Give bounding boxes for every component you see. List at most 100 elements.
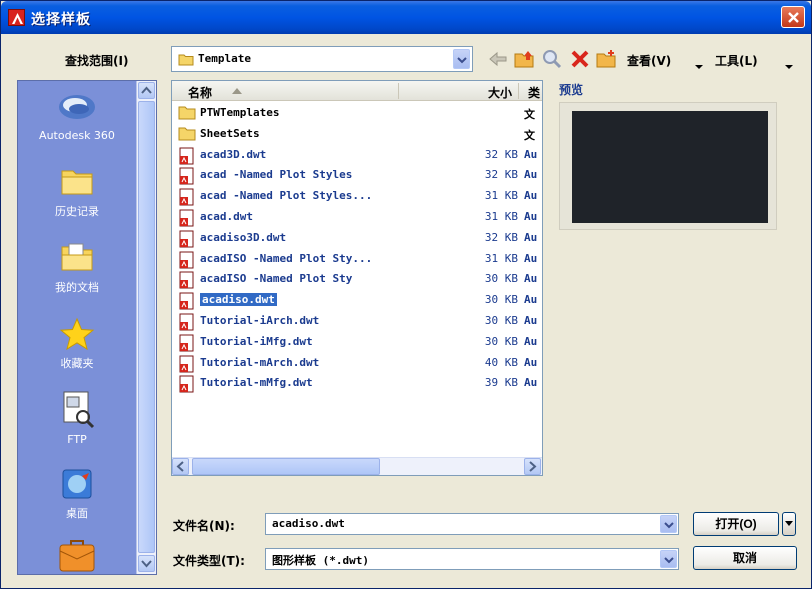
place-desktop[interactable]: 桌面 xyxy=(18,467,136,521)
file-row[interactable]: acadiso.dwt 30 KB Au xyxy=(172,290,542,311)
place-history[interactable]: 历史记录 xyxy=(18,165,136,219)
lookin-value: Template xyxy=(198,52,251,65)
place-label: 我的文档 xyxy=(55,281,99,294)
scroll-thumb[interactable] xyxy=(138,101,155,553)
chevron-down-icon xyxy=(785,521,793,526)
scroll-left-button[interactable] xyxy=(172,458,189,475)
chevron-down-icon xyxy=(457,57,467,64)
file-size: 32 KB xyxy=(484,230,518,244)
file-row[interactable]: acad3D.dwt 32 KB Au xyxy=(172,145,542,166)
file-row[interactable]: Tutorial-mArch.dwt 40 KB Au xyxy=(172,353,542,374)
file-list[interactable]: 名称 大小 类 PTWTemplates 文 SheetSets 文 acad3D.dw… xyxy=(171,80,543,476)
open-button[interactable]: 打开(O) xyxy=(693,512,779,536)
file-size: 30 KB xyxy=(484,334,518,348)
place-my-documents[interactable]: 我的文档 xyxy=(18,241,136,295)
file-row[interactable]: Tutorial-iArch.dwt 30 KB Au xyxy=(172,311,542,332)
file-name: acad -Named Plot Styles... xyxy=(200,189,373,203)
new-folder-icon[interactable] xyxy=(595,48,617,70)
column-separator xyxy=(518,83,519,99)
file-row[interactable]: acadISO -Named Plot Sty 30 KB Au xyxy=(172,269,542,290)
file-name: Tutorial-iArch.dwt xyxy=(200,314,320,327)
place-favorites[interactable]: 收藏夹 xyxy=(18,317,136,371)
open-options-button[interactable] xyxy=(782,512,796,536)
file-type: Au xyxy=(524,355,538,369)
scroll-down-button[interactable] xyxy=(138,555,155,572)
file-row[interactable]: SheetSets 文 xyxy=(172,124,542,145)
select-template-dialog: 选择样板 查找范围(I) Template 查看(V) 工具(L) Autode… xyxy=(0,0,812,589)
tools-menu[interactable]: 工具(L) xyxy=(715,52,758,69)
column-name-header[interactable]: 名称 xyxy=(188,84,212,101)
file-row[interactable]: PTWTemplates 文 xyxy=(172,103,542,124)
file-type: Au xyxy=(524,251,538,265)
place-label: 桌面 xyxy=(66,507,88,520)
scroll-up-button[interactable] xyxy=(138,82,155,99)
place-label: Autodesk 360 xyxy=(39,129,115,142)
file-row[interactable]: acadISO -Named Plot Sty... 31 KB Au xyxy=(172,249,542,270)
view-dropdown-arrow-icon[interactable] xyxy=(695,56,703,78)
file-type: Au xyxy=(524,230,538,244)
file-name: acadiso.dwt xyxy=(200,293,277,307)
title-bar[interactable]: 选择样板 xyxy=(1,1,811,34)
column-type-header[interactable]: 类 xyxy=(528,84,540,101)
scroll-thumb[interactable] xyxy=(192,458,380,475)
file-row[interactable]: acadiso3D.dwt 32 KB Au xyxy=(172,228,542,249)
place-briefcase[interactable] xyxy=(18,537,136,573)
window-title: 选择样板 xyxy=(31,12,91,28)
lookin-select[interactable]: Template xyxy=(171,46,473,72)
chevron-down-icon xyxy=(664,557,674,564)
file-type: Au xyxy=(524,189,538,203)
cloud-icon xyxy=(59,95,95,119)
file-list-header: 名称 大小 类 xyxy=(172,81,542,101)
up-folder-icon[interactable] xyxy=(513,48,535,70)
search-web-icon[interactable] xyxy=(541,48,563,70)
back-arrow-icon[interactable] xyxy=(487,48,509,70)
filename-label: 文件名(N): xyxy=(173,519,235,533)
file-list-hscrollbar[interactable] xyxy=(172,457,542,475)
place-ftp[interactable]: FTP xyxy=(18,389,136,446)
file-type: Au xyxy=(524,293,538,307)
lookin-label: 查找范围(I) xyxy=(65,54,129,68)
lookin-dropdown-button[interactable] xyxy=(453,49,470,69)
filetype-dropdown-button[interactable] xyxy=(660,550,677,568)
cancel-button[interactable]: 取消 xyxy=(693,546,797,570)
delete-icon[interactable] xyxy=(569,48,591,70)
file-row[interactable]: Tutorial-mMfg.dwt 39 KB Au xyxy=(172,373,542,394)
file-size: 32 KB xyxy=(484,168,518,182)
file-name: Tutorial-mMfg.dwt xyxy=(200,376,313,390)
tools-dropdown-arrow-icon[interactable] xyxy=(785,56,793,78)
file-row[interactable]: acad -Named Plot Styles... 31 KB Au xyxy=(172,186,542,207)
file-type: Au xyxy=(524,314,538,327)
places-scrollbar[interactable] xyxy=(136,81,156,574)
autocad-logo-icon xyxy=(8,9,25,26)
scroll-right-button[interactable] xyxy=(524,458,541,475)
file-type: 文 xyxy=(524,108,535,121)
filetype-select[interactable]: 图形样板 (*.dwt) xyxy=(265,548,679,570)
column-size-header[interactable]: 大小 xyxy=(488,84,512,101)
file-size: 31 KB xyxy=(484,210,518,223)
file-type: Au xyxy=(524,210,538,223)
ftp-icon xyxy=(63,391,95,429)
file-row[interactable]: acad -Named Plot Styles 32 KB Au xyxy=(172,165,542,186)
place-autodesk-360[interactable]: Autodesk 360 xyxy=(18,89,136,142)
filename-dropdown-button[interactable] xyxy=(660,515,677,533)
filename-input[interactable]: acadiso.dwt xyxy=(265,513,679,535)
view-menu[interactable]: 查看(V) xyxy=(627,52,671,69)
file-size: 39 KB xyxy=(484,376,518,390)
briefcase-icon xyxy=(59,540,95,572)
place-label: FTP xyxy=(67,433,87,446)
preview-label: 预览 xyxy=(559,83,584,97)
place-label: 历史记录 xyxy=(55,205,99,218)
file-row[interactable]: acad.dwt 31 KB Au xyxy=(172,207,542,228)
file-size: 31 KB xyxy=(484,251,518,265)
file-name: acad3D.dwt xyxy=(200,147,267,161)
close-button[interactable] xyxy=(781,6,805,28)
file-name: acadISO -Named Plot Sty... xyxy=(200,251,373,265)
file-name: Tutorial-iMfg.dwt xyxy=(200,334,313,348)
file-type: Au xyxy=(524,334,538,348)
chevron-up-icon xyxy=(141,86,152,94)
file-size: 32 KB xyxy=(484,147,518,161)
file-row[interactable]: Tutorial-iMfg.dwt 30 KB Au xyxy=(172,332,542,353)
file-type: Au xyxy=(524,168,538,182)
filetype-label: 文件类型(T): xyxy=(173,554,245,568)
documents-folder-icon xyxy=(61,243,93,271)
